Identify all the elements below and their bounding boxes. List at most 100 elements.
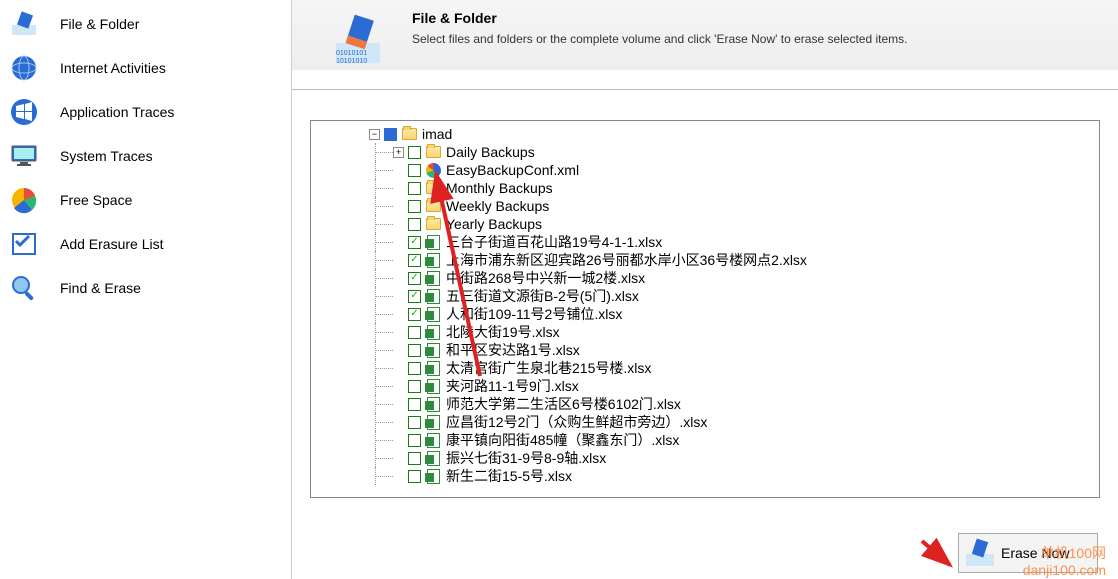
sidebar-item-system-traces[interactable]: System Traces bbox=[0, 134, 291, 178]
tree-item[interactable]: 康平镇向阳街485幢（聚鑫东门）.xlsx bbox=[313, 431, 1097, 449]
folder-icon bbox=[425, 180, 441, 196]
file-tree[interactable]: − imad + Daily BackupsEasyBackupConf.xmlMon… bbox=[310, 120, 1100, 498]
checkbox[interactable] bbox=[408, 434, 421, 447]
page-subtitle: Select files and folders or the complete… bbox=[412, 32, 907, 46]
tree-item[interactable]: + Daily Backups bbox=[313, 143, 1097, 161]
sidebar-item-find-erase[interactable]: Find & Erase bbox=[0, 266, 291, 310]
sidebar-item-label: Application Traces bbox=[60, 104, 174, 120]
xlsx-icon bbox=[425, 378, 441, 394]
monitor-icon bbox=[6, 142, 42, 170]
sidebar: File & Folder Internet Activities Applic… bbox=[0, 0, 292, 579]
edge-icon bbox=[425, 162, 441, 178]
eraser-icon bbox=[6, 10, 42, 38]
checkbox[interactable] bbox=[408, 164, 421, 177]
folder-icon bbox=[425, 216, 441, 232]
eraser-icon bbox=[963, 537, 997, 569]
checkbox[interactable] bbox=[408, 272, 421, 285]
xlsx-icon bbox=[425, 234, 441, 250]
checkbox[interactable] bbox=[408, 344, 421, 357]
tree-item[interactable]: 中街路268号中兴新一城2楼.xlsx bbox=[313, 269, 1097, 287]
tree-label: 五三街道文源街B-2号(5门).xlsx bbox=[444, 287, 641, 305]
tree-label: 上海市浦东新区迎宾路26号丽都水岸小区36号楼网点2.xlsx bbox=[444, 251, 809, 269]
annotation-arrow-icon bbox=[918, 535, 958, 575]
checkbox[interactable] bbox=[408, 380, 421, 393]
sidebar-item-label: Free Space bbox=[60, 192, 132, 208]
tree-item[interactable]: 和平区安达路1号.xlsx bbox=[313, 341, 1097, 359]
tree-label: 师范大学第二生活区6号楼6102门.xlsx bbox=[444, 395, 683, 413]
xlsx-icon bbox=[425, 342, 441, 358]
checkbox[interactable] bbox=[408, 146, 421, 159]
tree-label: 中街路268号中兴新一城2楼.xlsx bbox=[444, 269, 647, 287]
tree-label: 北陵大街19号.xlsx bbox=[444, 323, 562, 341]
main-panel: 1010101001010101 File & Folder Select fi… bbox=[292, 0, 1118, 579]
xlsx-icon bbox=[425, 432, 441, 448]
svg-text:01010101: 01010101 bbox=[336, 50, 367, 57]
tree-item[interactable]: 人和街109-11号2号铺位.xlsx bbox=[313, 305, 1097, 323]
tree-label: Yearly Backups bbox=[444, 215, 544, 233]
tree-item[interactable]: Weekly Backups bbox=[313, 197, 1097, 215]
tree-label: 三台子街道百花山路19号4-1-1.xlsx bbox=[444, 233, 664, 251]
tree-root[interactable]: − imad bbox=[313, 125, 1097, 143]
tree-item[interactable]: 振兴七街31-9号8-9轴.xlsx bbox=[313, 449, 1097, 467]
tree-label: 人和街109-11号2号铺位.xlsx bbox=[444, 305, 624, 323]
sidebar-item-free-space[interactable]: Free Space bbox=[0, 178, 291, 222]
tree-item[interactable]: 三台子街道百花山路19号4-1-1.xlsx bbox=[313, 233, 1097, 251]
tree-item[interactable]: 上海市浦东新区迎宾路26号丽都水岸小区36号楼网点2.xlsx bbox=[313, 251, 1097, 269]
checkbox[interactable] bbox=[408, 182, 421, 195]
sidebar-item-add-erasure[interactable]: Add Erasure List bbox=[0, 222, 291, 266]
checkbox[interactable] bbox=[408, 200, 421, 213]
tree-label: 康平镇向阳街485幢（聚鑫东门）.xlsx bbox=[444, 431, 681, 449]
checkbox[interactable] bbox=[408, 452, 421, 465]
tree-item[interactable]: Monthly Backups bbox=[313, 179, 1097, 197]
xlsx-icon bbox=[425, 360, 441, 376]
expand-icon[interactable]: + bbox=[393, 147, 404, 158]
erase-now-button[interactable]: Erase Now bbox=[958, 533, 1098, 573]
tree-label: Weekly Backups bbox=[444, 197, 551, 215]
tree-label: 振兴七街31-9号8-9轴.xlsx bbox=[444, 449, 608, 467]
checkbox[interactable] bbox=[408, 362, 421, 375]
checkbox[interactable] bbox=[408, 308, 421, 321]
checkbox[interactable] bbox=[408, 326, 421, 339]
sidebar-item-app-traces[interactable]: Application Traces bbox=[0, 90, 291, 134]
xlsx-icon bbox=[425, 396, 441, 412]
xlsx-icon bbox=[425, 288, 441, 304]
tree-label: 应昌街12号2门（众购生鲜超市旁边）.xlsx bbox=[444, 413, 709, 431]
tree-item[interactable]: 北陵大街19号.xlsx bbox=[313, 323, 1097, 341]
windows-icon bbox=[6, 98, 42, 126]
tree-item[interactable]: 太清宫街广生泉北巷215号楼.xlsx bbox=[313, 359, 1097, 377]
sidebar-item-file-folder[interactable]: File & Folder bbox=[0, 2, 291, 46]
collapse-icon[interactable]: − bbox=[369, 129, 380, 140]
tree-label: 夹河路11-1号9门.xlsx bbox=[444, 377, 581, 395]
checkbox[interactable] bbox=[408, 416, 421, 429]
eraser-icon: 1010101001010101 bbox=[328, 10, 388, 70]
xlsx-icon bbox=[425, 468, 441, 484]
xlsx-icon bbox=[425, 324, 441, 340]
tree-item[interactable]: Yearly Backups bbox=[313, 215, 1097, 233]
xlsx-icon bbox=[425, 414, 441, 430]
folder-icon bbox=[425, 198, 441, 214]
xlsx-icon bbox=[425, 270, 441, 286]
checkbox[interactable] bbox=[408, 290, 421, 303]
erase-now-label: Erase Now bbox=[1001, 545, 1069, 561]
tree-item[interactable]: 新生二街15-5号.xlsx bbox=[313, 467, 1097, 485]
checkbox[interactable] bbox=[408, 218, 421, 231]
tree-item[interactable]: EasyBackupConf.xml bbox=[313, 161, 1097, 179]
xlsx-icon bbox=[425, 306, 441, 322]
xlsx-icon bbox=[425, 252, 441, 268]
tree-item[interactable]: 夹河路11-1号9门.xlsx bbox=[313, 377, 1097, 395]
tree-item[interactable]: 应昌街12号2门（众购生鲜超市旁边）.xlsx bbox=[313, 413, 1097, 431]
globe-icon bbox=[6, 54, 42, 82]
svg-text:10101010: 10101010 bbox=[336, 58, 367, 65]
tree-label: Daily Backups bbox=[444, 143, 537, 161]
tree-item[interactable]: 师范大学第二生活区6号楼6102门.xlsx bbox=[313, 395, 1097, 413]
checkbox[interactable] bbox=[408, 470, 421, 483]
checkbox[interactable] bbox=[408, 254, 421, 267]
checkbox[interactable] bbox=[384, 128, 397, 141]
checkbox[interactable] bbox=[408, 236, 421, 249]
tree-item[interactable]: 五三街道文源街B-2号(5门).xlsx bbox=[313, 287, 1097, 305]
checkbox[interactable] bbox=[408, 398, 421, 411]
folder-icon bbox=[425, 144, 441, 160]
tree-label: imad bbox=[420, 125, 454, 143]
xlsx-icon bbox=[425, 450, 441, 466]
sidebar-item-internet[interactable]: Internet Activities bbox=[0, 46, 291, 90]
